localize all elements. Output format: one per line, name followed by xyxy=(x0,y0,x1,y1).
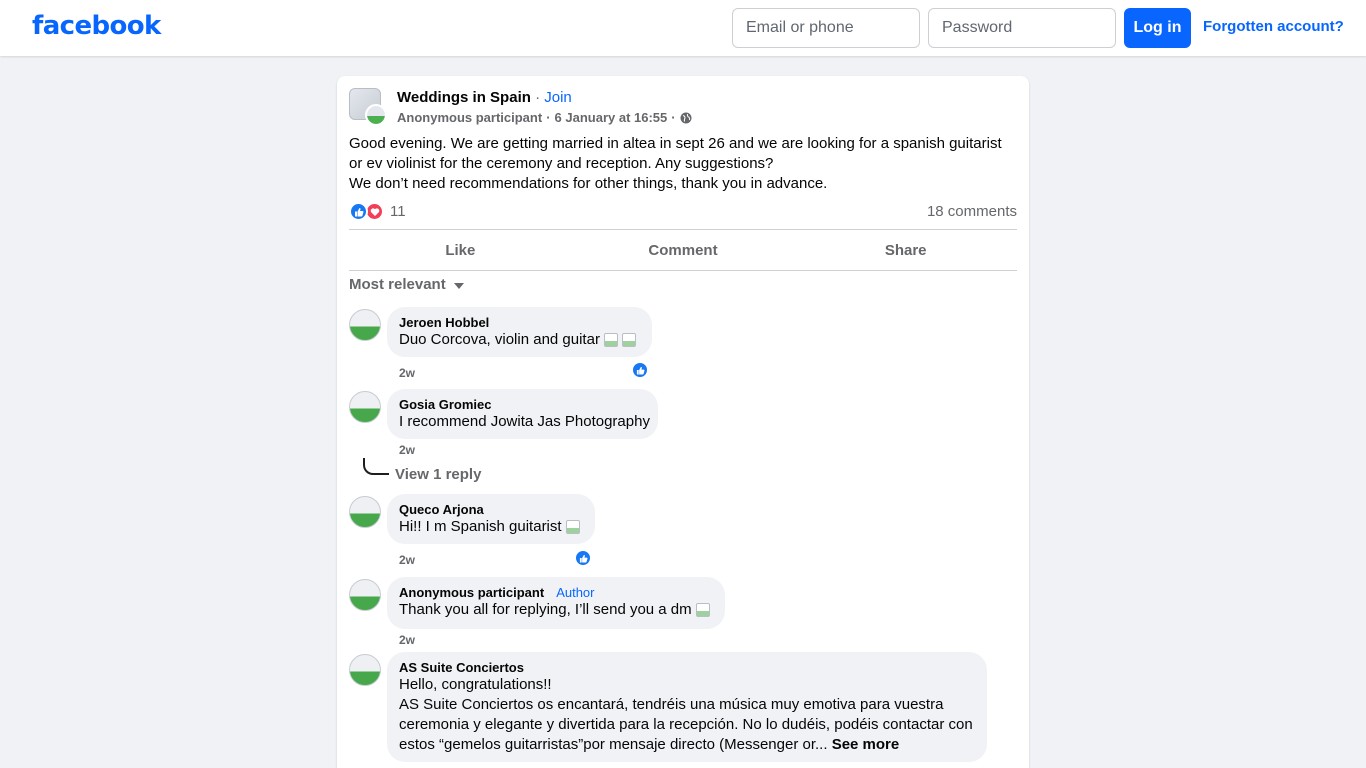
reply-connector xyxy=(363,458,389,475)
emoji-image xyxy=(621,333,636,347)
post-text-line: or ev violinist for the ceremony and rec… xyxy=(349,155,774,172)
commenter-name[interactable]: Queco Arjona xyxy=(399,502,583,517)
comment-time[interactable]: 2w xyxy=(399,633,415,647)
caret-down-icon xyxy=(453,283,464,289)
view-reply-link[interactable]: View 1 reply xyxy=(395,466,481,483)
comment-time[interactable]: 2w xyxy=(399,366,415,380)
comment-text: Hello, congratulations!! AS Suite Concie… xyxy=(399,676,973,753)
password-field[interactable] xyxy=(928,8,1116,48)
author-avatar xyxy=(365,104,387,126)
reaction-count: 11 xyxy=(390,203,406,220)
emoji-image xyxy=(603,333,618,347)
commenter-name[interactable]: AS Suite Conciertos xyxy=(399,660,975,675)
commenter-avatar[interactable] xyxy=(349,654,381,686)
comment-like-icon xyxy=(631,361,649,379)
emoji-image xyxy=(565,520,580,534)
action-bar: Like Comment Share xyxy=(349,229,1017,271)
post-body: Good evening. We are getting married in … xyxy=(349,134,1019,194)
comment-button[interactable]: Comment xyxy=(572,230,795,270)
post-author: Anonymous participant xyxy=(397,110,543,125)
author-badge: Author xyxy=(556,585,595,600)
comment-text: Duo Corcova, violin and guitar xyxy=(399,330,640,350)
top-bar: facebook Log in Forgotten account? xyxy=(0,0,1366,56)
comment-bubble: Jeroen Hobbel Duo Corcova, violin and gu… xyxy=(387,307,652,357)
facebook-logo[interactable]: facebook xyxy=(32,11,161,41)
reactions-summary[interactable]: 11 xyxy=(349,202,406,221)
commenter-avatar[interactable] xyxy=(349,309,381,341)
comment-bubble: Gosia Gromiec I recommend Jowita Jas Pho… xyxy=(387,389,658,439)
emoji-image xyxy=(695,603,710,617)
separator: · xyxy=(535,89,541,106)
comment-time[interactable]: 2w xyxy=(399,443,415,457)
sort-dropdown[interactable]: Most relevant xyxy=(349,276,464,293)
commenter-avatar[interactable] xyxy=(349,496,381,528)
group-line: Weddings in Spain · Join xyxy=(397,89,572,106)
comment-like-icon xyxy=(574,549,592,567)
globe-icon xyxy=(680,112,692,123)
like-reaction-icon xyxy=(349,202,368,221)
sort-label: Most relevant xyxy=(349,276,446,293)
comment-time[interactable]: 2w xyxy=(399,553,415,567)
like-button[interactable]: Like xyxy=(349,230,572,270)
comment-text: Hi!! I m Spanish guitarist xyxy=(399,517,583,537)
see-more-link[interactable]: See more xyxy=(832,736,900,753)
post-meta: Anonymous participant · 6 January at 16:… xyxy=(397,110,692,125)
group-avatar[interactable] xyxy=(349,88,387,126)
commenter-name[interactable]: Gosia Gromiec xyxy=(399,397,646,412)
comment-text: I recommend Jowita Jas Photography xyxy=(399,413,650,430)
post-date-link[interactable]: 6 January at 16:55 xyxy=(555,110,668,125)
email-field[interactable] xyxy=(732,8,920,48)
post-card: Weddings in Spain · Join Anonymous parti… xyxy=(337,76,1029,768)
commenter-name[interactable]: Anonymous participant Author xyxy=(399,585,713,600)
commenter-avatar[interactable] xyxy=(349,391,381,423)
post-text-line: We don’t need recommendations for other … xyxy=(349,175,828,192)
comment-bubble: Anonymous participant Author Thank you a… xyxy=(387,577,725,629)
share-button[interactable]: Share xyxy=(794,230,1017,270)
post-text-line: Good evening. We are getting married in … xyxy=(349,135,1002,152)
group-name-link[interactable]: Weddings in Spain xyxy=(397,89,531,106)
forgotten-account-link[interactable]: Forgotten account? xyxy=(1203,18,1344,35)
comments-count-link[interactable]: 18 comments xyxy=(927,203,1017,220)
comment-bubble: Queco Arjona Hi!! I m Spanish guitarist xyxy=(387,494,595,544)
login-button[interactable]: Log in xyxy=(1124,8,1191,48)
join-link[interactable]: Join xyxy=(544,89,572,106)
commenter-name[interactable]: Jeroen Hobbel xyxy=(399,315,640,330)
comment-bubble: AS Suite Conciertos Hello, congratulatio… xyxy=(387,652,987,762)
commenter-avatar[interactable] xyxy=(349,579,381,611)
comment-text: Thank you all for replying, I’ll send yo… xyxy=(399,600,713,620)
